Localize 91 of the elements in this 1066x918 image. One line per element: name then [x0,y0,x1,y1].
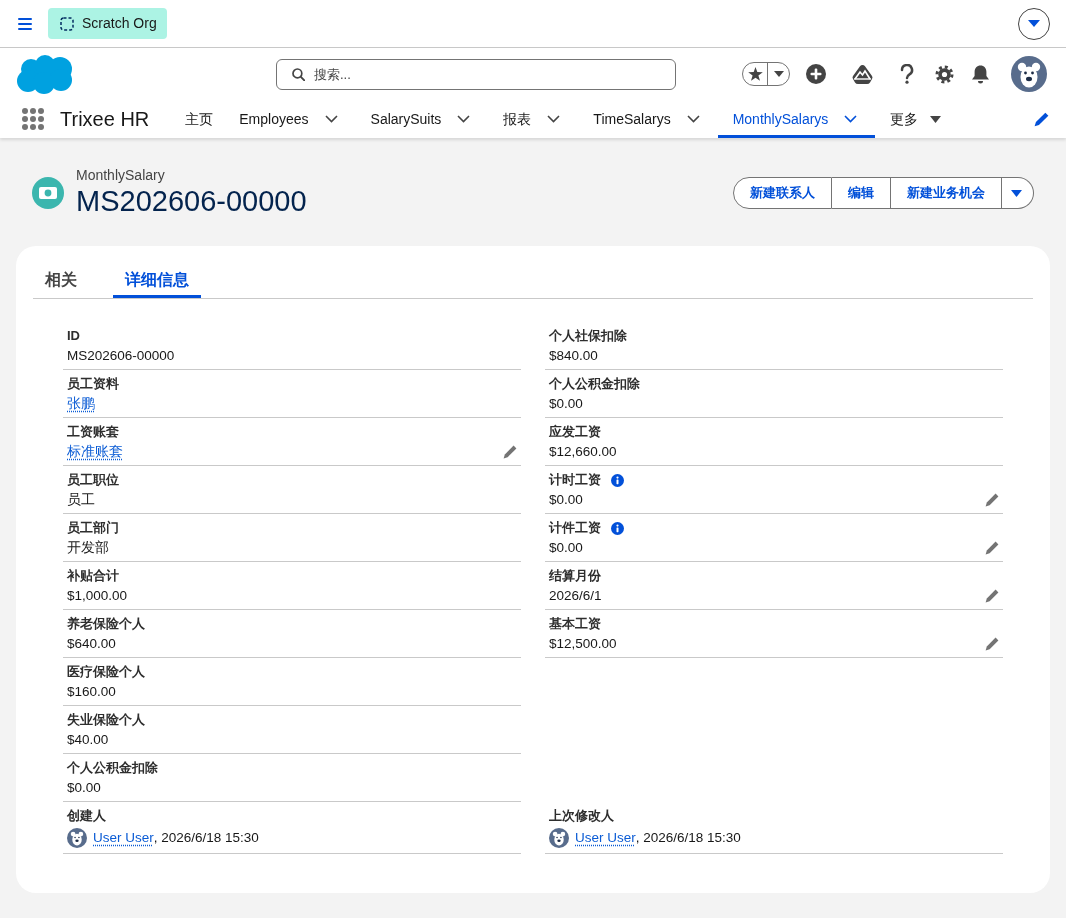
object-type-label: MonthlySalary [76,166,166,184]
pencil-icon[interactable] [985,541,999,555]
action-button[interactable]: 新建业务机会 [891,177,1002,209]
field-value: $12,660.00 [549,443,617,461]
banknote-icon [32,177,64,209]
field-value: 2026/6/1 [549,587,602,605]
bell-icon[interactable] [971,64,990,84]
record-title: MS202606-00000 [76,184,307,218]
dashed-square-icon [60,16,74,31]
caret-down-icon [1011,189,1022,197]
info-icon[interactable] [611,521,624,535]
action-button[interactable]: 新建联系人 [733,177,832,209]
field-label: 员工部门 [67,519,119,537]
org-name: Scratch Org [82,14,157,33]
caret-down-icon[interactable] [930,115,942,123]
timestamp: , 2026/6/18 15:30 [635,829,741,847]
star-icon[interactable] [747,67,763,81]
field-value: $0.00 [549,491,583,509]
field-label: 医疗保险个人 [67,663,145,681]
pencil-icon[interactable] [985,493,999,507]
field-value: MS202606-00000 [67,347,175,365]
field-label: 上次修改人 [549,807,614,825]
pencil-icon[interactable] [1034,111,1049,127]
field-label: 个人公积金扣除 [67,759,158,777]
caret-down-icon[interactable] [773,71,784,77]
nav-tab[interactable]: MonthlySalarys [717,100,876,138]
field-label: 员工资料 [67,375,119,393]
field-value: $640.00 [67,635,116,653]
field-value: $12,500.00 [549,635,617,653]
field-value: 员工 [67,491,95,509]
nav-tab[interactable]: 报表 [488,100,579,138]
search-icon [292,67,305,81]
menu-icon[interactable] [18,17,32,30]
mountain-badge-icon[interactable] [852,64,873,84]
field-label: 补贴合计 [67,567,119,585]
field-label: 员工职位 [67,471,119,489]
help-icon[interactable] [900,64,914,84]
field-label: 计件工资 [549,519,601,537]
app-name: Trixee HR [60,107,150,132]
record-tab[interactable]: 相关 [33,262,89,298]
field-label: 应发工资 [549,423,601,441]
field-label: 工资账套 [67,423,119,441]
dropdown-button[interactable] [1018,7,1050,40]
search-field[interactable]: 搜索... [276,58,676,90]
cloud-logo[interactable] [16,53,74,95]
menu-button[interactable] [1002,177,1034,209]
field-label: 养老保险个人 [67,615,145,633]
field-value: $0.00 [549,539,583,557]
user-link[interactable]: User User [575,829,636,847]
field-link[interactable]: 标准账套 [67,443,123,461]
add-icon[interactable] [806,64,826,84]
field-label: 失业保险个人 [67,711,145,729]
info-icon[interactable] [611,473,624,487]
nav-tab[interactable]: SalarySuits [355,100,489,138]
chevron-down-icon[interactable] [547,115,561,123]
timestamp: , 2026/6/18 15:30 [153,829,259,847]
pencil-icon[interactable] [503,445,517,459]
nav-tab[interactable]: Employees [224,100,356,138]
chevron-down-icon[interactable] [686,115,700,123]
nav-tab[interactable]: 更多 [875,100,960,138]
field-label: 结算月份 [549,567,601,585]
chevron-down-icon[interactable] [457,115,471,123]
pencil-icon[interactable] [985,589,999,603]
bear-avatar-icon[interactable] [67,828,87,848]
caret-down-icon [1028,20,1040,27]
app-launcher-icon[interactable] [22,108,44,130]
field-value: $0.00 [67,779,101,797]
field-label: 个人公积金扣除 [549,375,640,393]
field-value: $0.00 [549,395,583,413]
field-value: $840.00 [549,347,598,365]
nav-tab[interactable]: TimeSalarys [578,100,718,138]
field-value: $160.00 [67,683,116,701]
field-label: 基本工资 [549,615,601,633]
pencil-icon[interactable] [985,637,999,651]
field-label: ID [67,327,80,345]
record-tab[interactable]: 详细信息 [113,262,201,298]
field-link[interactable]: 张鹏 [67,395,95,413]
chevron-down-icon[interactable] [844,115,858,123]
user-link[interactable]: User User [93,829,154,847]
settings-icon[interactable] [935,64,954,84]
field-label: 个人社保扣除 [549,327,627,345]
field-value: 开发部 [67,539,109,557]
field-label: 计时工资 [549,471,601,489]
chevron-down-icon[interactable] [324,115,338,123]
bear-avatar-icon[interactable] [1011,56,1047,92]
bear-avatar-icon[interactable] [549,828,569,848]
nav-tab[interactable]: 主页 [170,100,225,138]
action-button[interactable]: 编辑 [832,177,891,209]
field-label: 创建人 [67,807,106,825]
field-value: $40.00 [67,731,109,749]
field-value: $1,000.00 [67,587,128,605]
